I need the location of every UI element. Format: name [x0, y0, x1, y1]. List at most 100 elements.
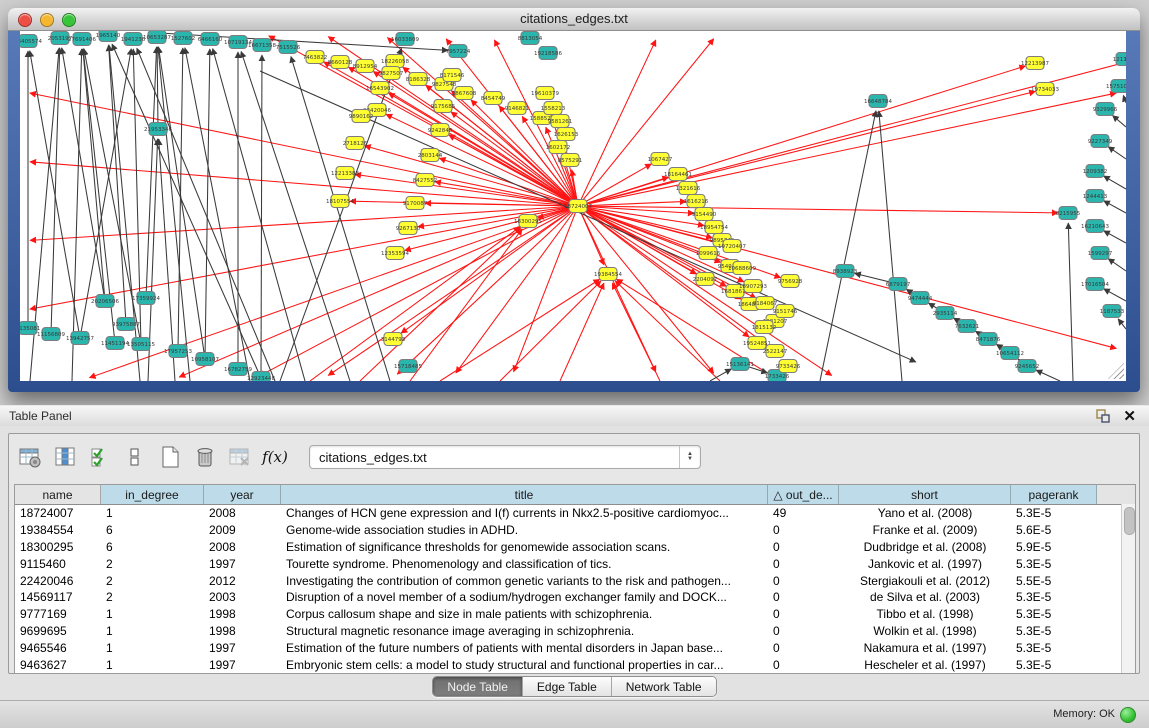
table-cell: 5.5E-5	[1011, 574, 1097, 588]
node-label: 8186328	[406, 77, 431, 83]
node-label: 6879197	[886, 282, 911, 288]
table-cell: 9115460	[15, 557, 101, 571]
citation-edge	[241, 51, 350, 381]
citation-edge	[578, 206, 714, 373]
table-cell: 6	[101, 540, 204, 554]
citation-edge	[397, 206, 578, 374]
table-row[interactable]: 969969511998Structural magnetic resonanc…	[15, 623, 1135, 640]
node-label: 1616216	[684, 199, 709, 205]
table-cell: 5.3E-5	[1011, 641, 1097, 655]
citation-edge	[500, 281, 601, 381]
table-row[interactable]: 1872400712008Changes of HCN gene express…	[15, 505, 1135, 522]
table-cell: Genome-wide association studies in ADHD.	[281, 523, 768, 537]
node-label: 10654112	[996, 351, 1024, 357]
citation-edge	[578, 206, 1058, 213]
table-row[interactable]: 1830029562008Estimation of significance …	[15, 539, 1135, 556]
network-canvas[interactable]: 1840557420531972769140619651401941236106…	[20, 31, 1126, 381]
citation-edge	[179, 206, 578, 377]
citation-edge	[62, 48, 105, 301]
table-row[interactable]: 946362711997Embryonic stem cells: a mode…	[15, 656, 1135, 673]
node-label: 12353594	[381, 251, 409, 257]
table-settings-icon[interactable]	[17, 444, 43, 470]
citation-edge	[328, 206, 578, 375]
table-cell: 9463627	[15, 658, 101, 672]
node-label: 9175685	[431, 104, 456, 110]
citation-edge	[440, 279, 600, 381]
tab-network-table[interactable]: Network Table	[612, 677, 716, 696]
table-cell: 0	[768, 641, 839, 655]
citation-edge	[578, 93, 1116, 206]
column-header-pagerank[interactable]: pagerank	[1011, 485, 1097, 504]
node-label: 1602172	[546, 145, 571, 151]
node-label: 9245652	[1015, 364, 1040, 370]
table-row[interactable]: 1938455462009Genome-wide association stu…	[15, 522, 1135, 539]
table-cell: Estimation of significance thresholds fo…	[281, 540, 768, 554]
tab-node-table[interactable]: Node Table	[433, 677, 523, 696]
table-panel-header: Table Panel ✕	[0, 405, 1149, 427]
column-header-in_degree[interactable]: in_degree	[101, 485, 204, 504]
tab-edge-table[interactable]: Edge Table	[523, 677, 612, 696]
select-columns-icon[interactable]	[52, 444, 78, 470]
node-label: 2803144	[418, 153, 443, 159]
citation-edge	[30, 162, 578, 206]
table-chooser-dropdown[interactable]: citations_edges.txt ▲▼	[309, 445, 701, 469]
close-panel-icon[interactable]: ✕	[1123, 407, 1136, 425]
node-label: 11451194	[101, 341, 129, 347]
node-label: 7515526	[276, 45, 301, 51]
citation-edge	[1036, 370, 1060, 381]
network-window: citations_edges.txt 18405574205319727691…	[8, 8, 1140, 392]
table-row[interactable]: 2242004622012Investigating the contribut…	[15, 572, 1135, 589]
window-titlebar[interactable]: citations_edges.txt	[8, 8, 1140, 31]
node-label: 11548408	[1124, 57, 1126, 63]
column-header-title[interactable]: title	[281, 485, 768, 504]
table-cell: 1997	[204, 658, 281, 672]
new-table-icon[interactable]	[157, 444, 183, 470]
citation-edge	[578, 40, 656, 206]
citation-edge	[158, 47, 190, 381]
citation-edge	[1113, 116, 1126, 127]
node-label: 12213987	[1021, 61, 1049, 67]
table-cell: 0	[768, 607, 839, 621]
table-cell: Jankovic et al. (1997)	[839, 557, 1011, 571]
delete-table-icon[interactable]	[227, 444, 253, 470]
scrollbar-thumb[interactable]	[1124, 507, 1135, 535]
node-label: 12923448	[247, 376, 275, 381]
table-row[interactable]: 1456911722003Disruption of a novel membe…	[15, 589, 1135, 606]
column-header-name[interactable]: name	[15, 485, 101, 504]
show-columns-checks-icon[interactable]	[87, 444, 113, 470]
node-label: 9267130	[396, 226, 421, 232]
function-builder-icon[interactable]: f(x)	[262, 444, 288, 470]
column-header-year[interactable]: year	[204, 485, 281, 504]
row-height-icon[interactable]	[122, 444, 148, 470]
node-label: 19734033	[1031, 87, 1059, 93]
table-row[interactable]: 911546021997Tourette syndrome. Phenomeno…	[15, 555, 1135, 572]
citation-edge	[83, 49, 105, 301]
node-label: 16648784	[864, 99, 892, 105]
node-label: 8912954	[353, 64, 378, 70]
table-body: 1872400712008Changes of HCN gene express…	[15, 505, 1135, 673]
table-cell: Hescheler et al. (1997)	[839, 658, 1011, 672]
node-label: 21953346	[144, 127, 172, 133]
citation-edge	[185, 48, 250, 381]
citation-edge	[205, 49, 210, 359]
vertical-scrollbar[interactable]	[1121, 504, 1135, 673]
table-row[interactable]: 977716911998Corpus callosum shape and si…	[15, 606, 1135, 623]
column-header-out_de[interactable]: △ out_de...	[768, 485, 839, 504]
table-cell: 1	[101, 658, 204, 672]
node-label: 8471876	[976, 337, 1001, 343]
node-label: 9184067	[753, 301, 778, 307]
delete-column-trash-icon[interactable]	[192, 444, 218, 470]
node-label: 8938923	[833, 269, 858, 275]
float-panel-icon[interactable]	[1096, 409, 1111, 423]
node-label: 1599297	[1088, 251, 1113, 257]
node-label: 1244413	[1083, 194, 1108, 200]
citation-edge	[578, 91, 1035, 206]
window-title: citations_edges.txt	[8, 11, 1140, 26]
column-header-filler	[1097, 485, 1135, 504]
node-label: 13942757	[66, 336, 94, 342]
node-label: 7463822	[303, 55, 328, 61]
table-row[interactable]: 946554611997Estimation of the future num…	[15, 639, 1135, 656]
table-cell: 2008	[204, 506, 281, 520]
citation-edge	[615, 281, 720, 381]
column-header-short[interactable]: short	[839, 485, 1011, 504]
